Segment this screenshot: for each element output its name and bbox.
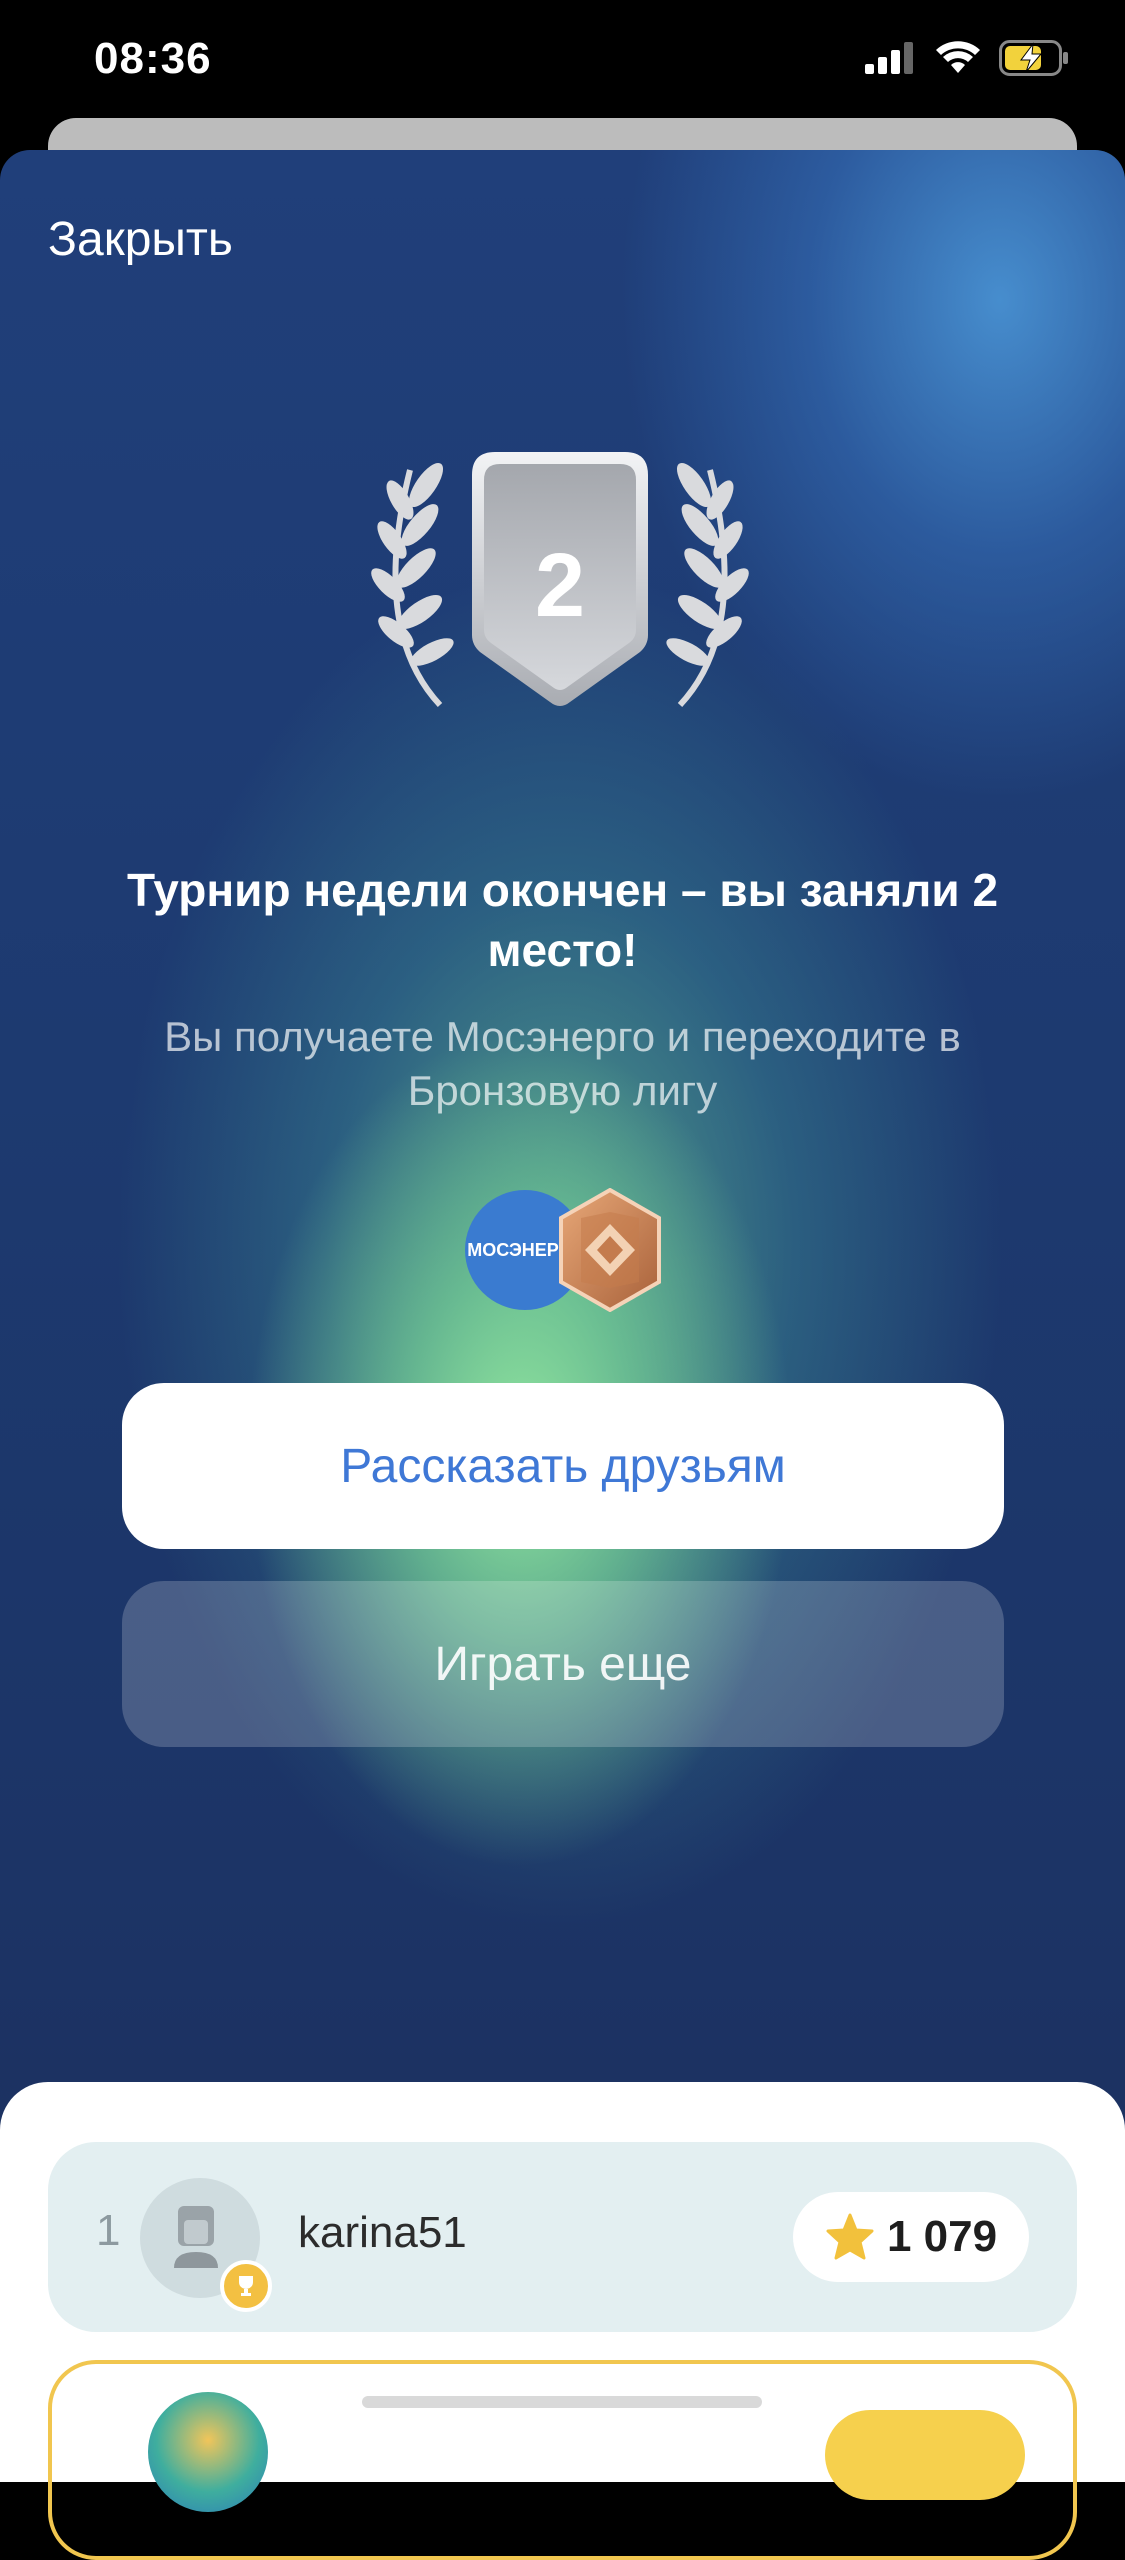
star-icon [826, 2213, 874, 2260]
avatar [148, 2392, 268, 2512]
leaderboard-username: karina51 [298, 2208, 467, 2257]
score-badge: 1 079 [793, 2192, 1029, 2282]
wifi-icon [936, 41, 980, 73]
rewards-group: МОСЭНЕРГО [465, 1188, 665, 1320]
share-with-friends-button[interactable]: Рассказать друзьям [122, 1383, 1004, 1549]
result-title: Турнир недели окончен – вы заняли 2 мест… [126, 864, 999, 976]
result-subtitle: Вы получаете Мосэнерго и переходите в Бр… [164, 1013, 961, 1114]
status-bar: 08:36 [0, 0, 1125, 120]
home-indicator[interactable] [362, 2396, 762, 2408]
close-button[interactable]: Закрыть [48, 212, 233, 267]
status-time: 08:36 [94, 34, 212, 83]
leaderboard-panel: 1 karina51 1 079 [0, 2082, 1125, 2560]
leaderboard-rank: 1 [96, 2206, 121, 2255]
bronze-league-badge-icon [559, 1188, 661, 1312]
signal-icon [865, 42, 913, 74]
status-icons [865, 40, 1069, 76]
play-again-button[interactable]: Играть еще [122, 1581, 1004, 1747]
leaderboard-row[interactable]: 1 karina51 1 079 [48, 2142, 1077, 2332]
battery-charging-icon [999, 40, 1068, 76]
trophy-badge-icon [220, 2260, 272, 2312]
leaderboard-score: 1 079 [886, 2212, 998, 2261]
score-badge [825, 2410, 1025, 2500]
place-number: 2 [534, 536, 586, 636]
leaderboard-row-current-user[interactable] [48, 2360, 1077, 2560]
